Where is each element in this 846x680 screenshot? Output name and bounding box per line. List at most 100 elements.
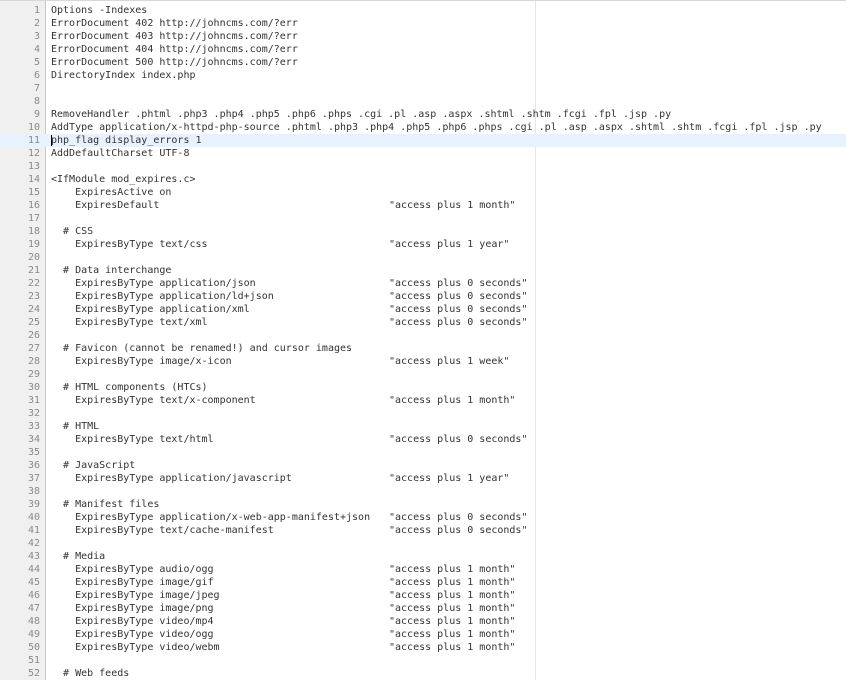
line-code[interactable]: ExpiresByType application/ld+json: [51, 290, 274, 303]
code-line[interactable]: 32: [0, 407, 846, 420]
code-line[interactable]: 39 # Manifest files: [0, 498, 846, 511]
line-code[interactable]: ExpiresByType text/css: [51, 238, 207, 251]
line-code[interactable]: ErrorDocument 403 http://johncms.com/?er…: [51, 30, 298, 43]
line-code[interactable]: ExpiresByType image/jpeg: [51, 589, 220, 602]
line-code[interactable]: ExpiresByType text/html: [51, 433, 213, 446]
line-value[interactable]: "access plus 0 seconds": [389, 316, 527, 329]
line-code[interactable]: ExpiresByType application/json: [51, 277, 256, 290]
code-line[interactable]: 38: [0, 485, 846, 498]
code-line[interactable]: 45 ExpiresByType image/gif "access plus 1…: [0, 576, 846, 589]
code-line[interactable]: 22 ExpiresByType application/json "access…: [0, 277, 846, 290]
editor-lines[interactable]: 1 Options -Indexes 2 ErrorDocument 402 http…: [0, 4, 846, 680]
code-line[interactable]: 1 Options -Indexes: [0, 4, 846, 17]
code-line[interactable]: 16 ExpiresDefault "access plus 1 month": [0, 199, 846, 212]
code-line[interactable]: 4 ErrorDocument 404 http://johncms.com/?e…: [0, 43, 846, 56]
current-line[interactable]: 11 php_flag display_errors 1: [0, 134, 846, 147]
code-line[interactable]: 49 ExpiresByType video/ogg "access plus 1…: [0, 628, 846, 641]
line-code[interactable]: <IfModule mod_expires.c>: [51, 173, 196, 186]
line-code[interactable]: # JavaScript: [51, 459, 135, 472]
code-line[interactable]: 3 ErrorDocument 403 http://johncms.com/?e…: [0, 30, 846, 43]
code-line[interactable]: 19 ExpiresByType text/css "access plus 1 …: [0, 238, 846, 251]
line-value[interactable]: "access plus 0 seconds": [389, 303, 527, 316]
line-value[interactable]: "access plus 0 seconds": [389, 277, 527, 290]
line-code[interactable]: ExpiresByType image/x-icon: [51, 355, 232, 368]
code-line[interactable]: 13: [0, 160, 846, 173]
code-line[interactable]: 41 ExpiresByType text/cache-manifest "acc…: [0, 524, 846, 537]
code-line[interactable]: 17: [0, 212, 846, 225]
line-code[interactable]: ExpiresByType text/xml: [51, 316, 207, 329]
line-code[interactable]: ErrorDocument 402 http://johncms.com/?er…: [51, 17, 298, 30]
code-line[interactable]: 52 # Web feeds: [0, 667, 846, 680]
code-line[interactable]: 33 # HTML: [0, 420, 846, 433]
line-value[interactable]: "access plus 0 seconds": [389, 290, 527, 303]
code-line[interactable]: 5 ErrorDocument 500 http://johncms.com/?e…: [0, 56, 846, 69]
code-line[interactable]: 26: [0, 329, 846, 342]
line-value[interactable]: "access plus 0 seconds": [389, 511, 527, 524]
code-editor[interactable]: 1 Options -Indexes 2 ErrorDocument 402 http…: [0, 0, 846, 680]
line-code[interactable]: AddType application/x-httpd-php-source .…: [51, 121, 822, 134]
code-line[interactable]: 35: [0, 446, 846, 459]
code-line[interactable]: 10 AddType application/x-httpd-php-source…: [0, 121, 846, 134]
code-line[interactable]: 28 ExpiresByType image/x-icon "access plu…: [0, 355, 846, 368]
code-line[interactable]: 36 # JavaScript: [0, 459, 846, 472]
line-code[interactable]: php_flag display_errors 1: [51, 134, 202, 147]
code-line[interactable]: 21 # Data interchange: [0, 264, 846, 277]
code-line[interactable]: 8: [0, 95, 846, 108]
line-code[interactable]: ExpiresActive on: [51, 186, 171, 199]
line-value[interactable]: "access plus 1 month": [389, 615, 515, 628]
code-line[interactable]: 42: [0, 537, 846, 550]
line-code[interactable]: # Web feeds: [51, 667, 129, 680]
line-code[interactable]: # Manifest files: [51, 498, 159, 511]
line-code[interactable]: # HTML: [51, 420, 99, 433]
line-code[interactable]: # Favicon (cannot be renamed!) and curso…: [51, 342, 352, 355]
code-line[interactable]: 37 ExpiresByType application/javascript "…: [0, 472, 846, 485]
line-code[interactable]: # Data interchange: [51, 264, 171, 277]
line-value[interactable]: "access plus 1 week": [389, 355, 509, 368]
line-code[interactable]: ExpiresByType image/gif: [51, 576, 213, 589]
line-value[interactable]: "access plus 1 month": [389, 641, 515, 654]
code-line[interactable]: 30 # HTML components (HTCs): [0, 381, 846, 394]
code-line[interactable]: 23 ExpiresByType application/ld+json "acc…: [0, 290, 846, 303]
code-line[interactable]: 47 ExpiresByType image/png "access plus 1…: [0, 602, 846, 615]
line-value[interactable]: "access plus 1 month": [389, 199, 515, 212]
line-code[interactable]: ExpiresByType video/webm: [51, 641, 220, 654]
code-line[interactable]: 20: [0, 251, 846, 264]
code-line[interactable]: 31 ExpiresByType text/x-component "access…: [0, 394, 846, 407]
line-code[interactable]: ExpiresByType video/mp4: [51, 615, 213, 628]
code-line[interactable]: 24 ExpiresByType application/xml "access …: [0, 303, 846, 316]
line-code[interactable]: ErrorDocument 500 http://johncms.com/?er…: [51, 56, 298, 69]
code-line[interactable]: 40 ExpiresByType application/x-web-app-m…: [0, 511, 846, 524]
code-line[interactable]: 12 AddDefaultCharset UTF-8: [0, 147, 846, 160]
code-line[interactable]: 27 # Favicon (cannot be renamed!) and cu…: [0, 342, 846, 355]
line-code[interactable]: ExpiresByType text/x-component: [51, 394, 256, 407]
code-line[interactable]: 48 ExpiresByType video/mp4 "access plus 1…: [0, 615, 846, 628]
line-code[interactable]: ExpiresByType video/ogg: [51, 628, 213, 641]
code-line[interactable]: 6 DirectoryIndex index.php: [0, 69, 846, 82]
code-line[interactable]: 9 RemoveHandler .phtml .php3 .php4 .php5 …: [0, 108, 846, 121]
line-code[interactable]: ErrorDocument 404 http://johncms.com/?er…: [51, 43, 298, 56]
code-line[interactable]: 18 # CSS: [0, 225, 846, 238]
line-code[interactable]: ExpiresByType application/xml: [51, 303, 250, 316]
code-line[interactable]: 25 ExpiresByType text/xml "access plus 0 …: [0, 316, 846, 329]
code-line[interactable]: 51: [0, 654, 846, 667]
line-code[interactable]: ExpiresByType application/x-web-app-mani…: [51, 511, 370, 524]
line-value[interactable]: "access plus 1 month": [389, 589, 515, 602]
code-line[interactable]: 29: [0, 368, 846, 381]
line-value[interactable]: "access plus 0 seconds": [389, 524, 527, 537]
line-value[interactable]: "access plus 1 month": [389, 628, 515, 641]
line-code[interactable]: Options -Indexes: [51, 4, 147, 17]
code-line[interactable]: 46 ExpiresByType image/jpeg "access plus …: [0, 589, 846, 602]
code-line[interactable]: 2 ErrorDocument 402 http://johncms.com/?e…: [0, 17, 846, 30]
line-value[interactable]: "access plus 1 month": [389, 576, 515, 589]
line-code[interactable]: AddDefaultCharset UTF-8: [51, 147, 189, 160]
line-code[interactable]: ExpiresByType application/javascript: [51, 472, 292, 485]
code-line[interactable]: 15 ExpiresActive on: [0, 186, 846, 199]
code-line[interactable]: 44 ExpiresByType audio/ogg "access plus 1…: [0, 563, 846, 576]
line-code[interactable]: RemoveHandler .phtml .php3 .php4 .php5 .…: [51, 108, 671, 121]
line-code[interactable]: ExpiresByType image/png: [51, 602, 213, 615]
line-value[interactable]: "access plus 1 year": [389, 472, 509, 485]
line-value[interactable]: "access plus 1 year": [389, 238, 509, 251]
code-line[interactable]: 50 ExpiresByType video/webm "access plus …: [0, 641, 846, 654]
line-value[interactable]: "access plus 1 month": [389, 602, 515, 615]
line-code[interactable]: ExpiresByType audio/ogg: [51, 563, 213, 576]
